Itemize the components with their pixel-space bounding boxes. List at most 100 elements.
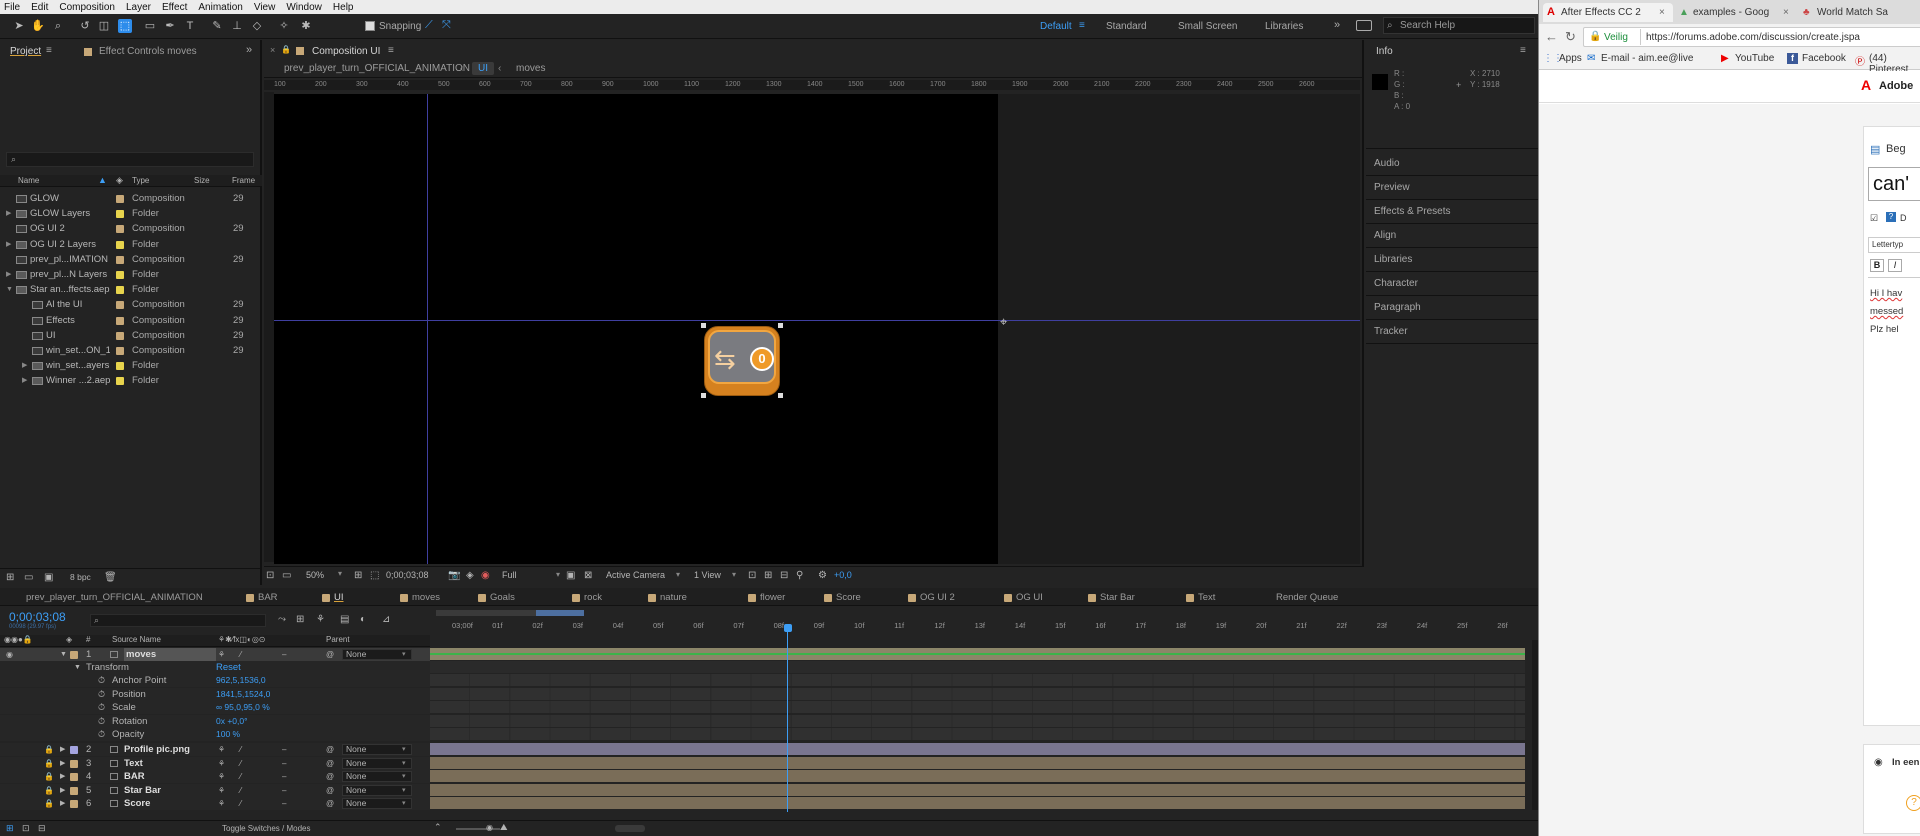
twirl-icon[interactable]: ▶ [60, 770, 65, 783]
type-tool-icon[interactable]: T [183, 19, 197, 33]
label-swatch[interactable] [116, 225, 124, 234]
label-swatch[interactable] [116, 301, 124, 310]
project-item[interactable]: ▶ GLOW Layers Folder [0, 206, 262, 221]
always-preview-icon[interactable]: ⊡ [266, 570, 274, 581]
time-ruler[interactable]: 03;00f 01f 02f 03f 04f 05f 06f 07f 08f 09f 10f 11f 1… [436, 621, 1531, 633]
timeline-tab[interactable]: Render Queue [1276, 592, 1338, 603]
lock-icon[interactable]: 🔒 [281, 45, 291, 54]
collapse-switch-icon[interactable]: ⚘ [218, 770, 225, 783]
layer-name[interactable]: Star Bar [124, 784, 216, 797]
project-item[interactable]: OG UI 2 Composition 29 [0, 221, 262, 236]
col-source-name[interactable]: Source Name [112, 635, 161, 644]
in-out-icon[interactable]: ⊟ [38, 823, 46, 834]
label-swatch[interactable] [116, 240, 124, 249]
timeline-tab[interactable]: moves [412, 592, 440, 603]
label-swatch[interactable] [70, 759, 78, 768]
label-swatch[interactable] [70, 651, 78, 659]
snap-edges-icon[interactable]: ⟋ [425, 19, 433, 32]
quality-switch-icon[interactable]: ⁄ [240, 797, 241, 810]
property-value[interactable]: 1841,5,1524,0 [216, 688, 270, 701]
timeline-tab[interactable]: OG UI 2 [920, 592, 955, 603]
chevron-down-icon[interactable]: ▾ [556, 570, 560, 579]
twirl-icon[interactable]: ▶ [6, 237, 11, 252]
reset-link[interactable]: Reset [216, 661, 241, 674]
property-value[interactable]: ∞ 95,0,95,0 % [216, 701, 270, 714]
layer-row[interactable]: 🔒 ▶ 3 Text ⚘ ⁄ – @ None ▾ [0, 756, 430, 770]
zoom-dropdown[interactable]: 50% [302, 569, 328, 581]
rotate-tool-icon[interactable]: ↺ [78, 19, 92, 33]
bookmark-youtube[interactable]: YouTube [1735, 53, 1774, 64]
info-title[interactable]: Info [1376, 46, 1393, 57]
collapse-switch-icon[interactable]: ⚘ [218, 648, 225, 661]
stopwatch-icon[interactable]: ⏱ [98, 674, 105, 687]
puppet-tool-icon[interactable]: ✱ [299, 19, 313, 33]
frame-blending-icon[interactable]: ▤ [340, 614, 349, 625]
roto-brush-tool-icon[interactable]: ✧ [277, 19, 291, 33]
work-area-range[interactable] [536, 610, 584, 616]
bbox-handle[interactable] [778, 393, 783, 398]
project-item[interactable]: UI Composition 29 [0, 328, 262, 343]
property-track[interactable] [430, 701, 1525, 713]
label-swatch[interactable] [116, 210, 124, 219]
quality-switch-icon[interactable]: ⁄ [240, 743, 241, 756]
draft-3d-icon[interactable]: ⊞ [296, 614, 304, 625]
reload-icon[interactable]: ↻ [1565, 29, 1576, 45]
bookmark-email[interactable]: E-mail - aim.ee@live [1601, 53, 1693, 64]
snapshot-icon[interactable]: 📷 [448, 570, 460, 581]
zoom-slider[interactable] [456, 828, 500, 830]
collapse-switch-icon[interactable]: ⚘ [218, 743, 225, 756]
bookmark-apps[interactable]: Apps [1559, 53, 1582, 64]
expand-panel-icon[interactable]: » [246, 44, 252, 56]
camera-tool-icon[interactable]: ◫ [97, 19, 111, 33]
chevron-left-icon[interactable]: ‹ [460, 63, 463, 74]
property-value[interactable]: 0x +0,0° [216, 715, 248, 728]
twirl-icon[interactable]: ▼ [74, 661, 81, 674]
panel-paragraph[interactable]: Paragraph [1366, 296, 1538, 320]
panel-menu-icon[interactable]: ≡ [388, 45, 394, 56]
project-item[interactable]: GLOW Composition 29 [0, 191, 262, 206]
comp-flowchart-icon[interactable]: ⤳ [278, 614, 286, 625]
comp-canvas[interactable] [274, 94, 998, 564]
workspace-standard[interactable]: Standard [1106, 21, 1147, 32]
address-bar[interactable]: 🔒 Veilig https://forums.adobe.com/discus… [1583, 27, 1920, 47]
menu-view[interactable]: View [254, 2, 276, 13]
panel-audio[interactable]: Audio [1366, 152, 1538, 176]
timeline-tab[interactable]: Text [1198, 592, 1215, 603]
project-item[interactable]: ▶ Winner ...2.aep Folder [0, 373, 262, 388]
layer-duration-bar[interactable] [430, 648, 1525, 660]
label-tag-icon[interactable]: ◈ [116, 175, 123, 186]
snap-features-icon[interactable]: ⤧ [442, 19, 451, 32]
region-icon[interactable]: ⬚ [370, 570, 379, 581]
label-swatch[interactable] [70, 773, 78, 782]
label-swatch[interactable] [116, 271, 124, 279]
quality-switch-icon[interactable]: ⁄ [240, 784, 241, 797]
project-item[interactable]: ▶ win_set...ayers Folder [0, 358, 262, 373]
transform-property[interactable]: ⏱ Rotation 0x +0,0° [0, 714, 430, 728]
quality-switch-icon[interactable]: ⁄ [240, 648, 241, 661]
playhead-handle[interactable] [784, 624, 792, 632]
menu-window[interactable]: Window [286, 2, 322, 13]
property-track[interactable] [430, 687, 1525, 700]
search-help-input[interactable]: ⌕ Search Help [1383, 17, 1535, 34]
new-folder-icon[interactable]: ▭ [24, 572, 33, 583]
current-time[interactable]: 0;00;03;08 [9, 610, 66, 624]
bookmark-facebook[interactable]: Facebook [1802, 53, 1846, 64]
timeline-tab[interactable]: rock [584, 592, 602, 603]
bbox-handle[interactable] [701, 323, 706, 328]
label-swatch[interactable] [116, 195, 124, 203]
layer-duration-bar[interactable] [430, 743, 1525, 755]
motion-blur-icon[interactable]: ◐ [360, 614, 366, 625]
label-swatch[interactable] [116, 377, 124, 386]
layer-duration-bar[interactable] [430, 756, 1525, 769]
exposure-value[interactable]: +0,0 [834, 570, 852, 580]
collapse-switch-icon[interactable]: ⚘ [218, 797, 225, 810]
panel-menu-icon[interactable]: ≡ [1520, 45, 1526, 56]
tab-project[interactable]: Project [10, 46, 41, 57]
eye-icon[interactable]: ◉ [6, 648, 13, 661]
panel-preview[interactable]: Preview [1366, 176, 1538, 200]
timeline-tab[interactable]: BAR [258, 592, 278, 603]
sync-settings-icon[interactable] [1356, 20, 1372, 31]
menu-help[interactable]: Help [333, 2, 354, 13]
stopwatch-icon[interactable]: ⏱ [98, 688, 105, 701]
bold-button[interactable]: B [1870, 259, 1884, 272]
